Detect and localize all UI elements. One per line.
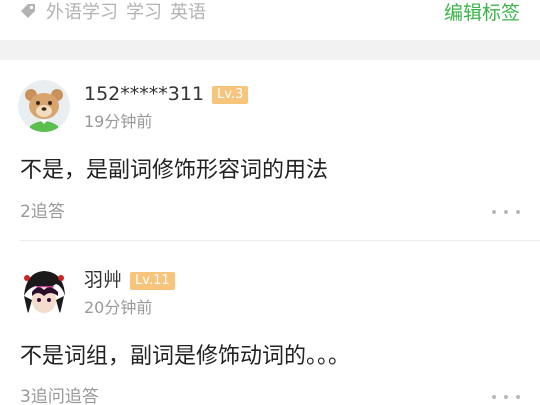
reply-count-link[interactable]: 2追答	[20, 201, 65, 223]
answer-item: 羽艸 Lv.11 20分钟前 不是词组，副词是修饰动词的。。。 3追问追答	[0, 240, 540, 405]
bear-avatar-icon[interactable]	[18, 80, 70, 132]
username[interactable]: 152*****311	[84, 83, 204, 105]
answer-content: 不是词组，副词是修饰动词的。。。	[20, 344, 351, 369]
username-row: 羽艸 Lv.11	[84, 268, 175, 292]
tag-item[interactable]: 英语	[170, 2, 206, 23]
level-badge: Lv.11	[130, 272, 175, 290]
answer-time: 19分钟前	[84, 112, 153, 131]
anime-avatar-icon[interactable]	[18, 266, 70, 318]
username[interactable]: 羽艸	[84, 269, 122, 291]
answer-time: 20分钟前	[84, 298, 153, 317]
username-row: 152*****311 Lv.3	[84, 82, 249, 106]
answer-content: 不是，是副词修饰形容词的用法	[20, 158, 329, 183]
tag-bar: 外语学习 学习 英语 编辑标签	[0, 0, 540, 40]
tag-icon	[21, 4, 35, 18]
tag-item[interactable]: 外语学习	[46, 2, 118, 23]
qa-answer-page: 外语学习 学习 英语 编辑标签 152*****311 Lv.3 19分钟前 不是，	[0, 0, 540, 405]
more-options-icon[interactable]	[490, 207, 522, 217]
section-divider	[0, 40, 540, 60]
answer-item: 152*****311 Lv.3 19分钟前 不是，是副词修饰形容词的用法 2追答	[0, 60, 540, 230]
more-options-icon[interactable]	[490, 392, 522, 402]
reply-count-link[interactable]: 3追问追答	[20, 386, 99, 405]
tag-list: 外语学习 学习 英语	[46, 0, 214, 26]
edit-tags-button[interactable]: 编辑标签	[444, 0, 520, 26]
level-badge: Lv.3	[212, 86, 249, 104]
tag-item[interactable]: 学习	[126, 2, 162, 23]
